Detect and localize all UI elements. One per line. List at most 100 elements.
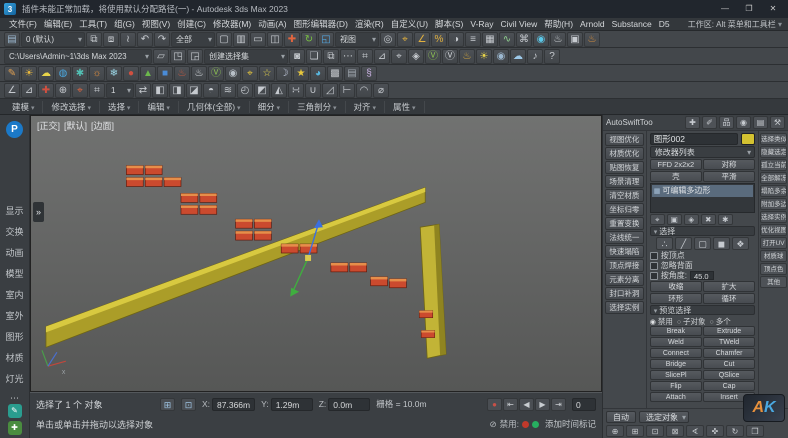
- select-and-link-icon[interactable]: ⧉: [86, 32, 102, 47]
- poly-op-button-12[interactable]: Cap: [703, 381, 755, 391]
- dock-tab-lights[interactable]: 灯光: [5, 372, 23, 385]
- window-crossing-icon[interactable]: ◫: [267, 32, 283, 47]
- moon-icon[interactable]: ☽: [276, 66, 292, 81]
- strip-tool-button-9[interactable]: 打开UV: [760, 237, 787, 249]
- help-icon[interactable]: ?: [544, 49, 560, 64]
- menu-group[interactable]: 组(G): [111, 18, 138, 30]
- undo-icon[interactable]: ↶: [137, 32, 153, 47]
- save-scene-icon[interactable]: ◲: [187, 49, 203, 64]
- swap-views-icon[interactable]: ⇄: [135, 83, 151, 98]
- globe-gi-icon[interactable]: ◍: [55, 66, 71, 81]
- menu-edit[interactable]: 编辑(E): [41, 18, 75, 30]
- section-icon[interactable]: ◪: [186, 83, 202, 98]
- target-light-icon[interactable]: ⌖: [242, 66, 258, 81]
- ribbon-panel-selection[interactable]: 选择: [104, 101, 139, 113]
- modifier-preset-button-3[interactable]: 壳: [650, 171, 702, 182]
- menu-arnold[interactable]: Arnold: [577, 19, 608, 29]
- material-editor-icon[interactable]: ◉: [533, 32, 549, 47]
- select-move-icon[interactable]: ✚: [284, 32, 300, 47]
- layers-stack-icon[interactable]: ▤: [344, 66, 360, 81]
- loft-icon[interactable]: ≋: [220, 83, 236, 98]
- poly-op-button-4[interactable]: TWeld: [703, 337, 755, 347]
- coordinate-system-dropdown[interactable]: 视图: [335, 32, 379, 47]
- weather-sun-icon[interactable]: ☀: [21, 66, 37, 81]
- preview-multiple-radio[interactable]: 多个: [710, 316, 731, 325]
- strip-tool-button-5[interactable]: 塌陷多余: [760, 185, 787, 197]
- dock-tab-more[interactable]: ⋯: [10, 393, 19, 404]
- normal-align-icon[interactable]: ⊿: [374, 49, 390, 64]
- preview-selection-header[interactable]: 预览选择: [650, 305, 755, 315]
- listener-icon[interactable]: ✎: [8, 404, 22, 418]
- weld-tool-icon[interactable]: ∪: [305, 83, 321, 98]
- motion-tab-icon[interactable]: ◉: [736, 116, 751, 129]
- pin-stack-icon[interactable]: ⌖: [650, 214, 665, 225]
- project-folder-dropdown[interactable]: C:\Users\Admin~1\3ds Max 2023: [4, 49, 152, 64]
- ribbon-panel-modify-selection[interactable]: 修改选择: [47, 101, 99, 113]
- modifier-preset-button-4[interactable]: 平滑: [703, 171, 755, 182]
- cloud-hdri-icon[interactable]: ☁: [38, 66, 54, 81]
- y-coordinate-input[interactable]: 1.29m: [271, 398, 313, 411]
- schematic-view-icon[interactable]: ⌘: [516, 32, 532, 47]
- tape-icon[interactable]: ⌀: [373, 83, 389, 98]
- previous-frame-icon[interactable]: ◀: [519, 398, 534, 411]
- orbit-icon[interactable]: ↻: [726, 425, 744, 437]
- maximize-button[interactable]: ❐: [738, 2, 760, 16]
- vray-settings-icon[interactable]: Ⓥ: [442, 49, 458, 64]
- paint-deform-icon[interactable]: ✎: [4, 66, 20, 81]
- set-key-icon[interactable]: ●: [487, 398, 502, 411]
- checker-map-icon[interactable]: ▩: [327, 66, 343, 81]
- zoom-extents-icon[interactable]: ⊡: [646, 425, 664, 437]
- strip-tool-button-3[interactable]: 孤立当前: [760, 159, 787, 171]
- viewport-style-label[interactable]: [默认]: [64, 119, 87, 132]
- menu-file[interactable]: 文件(F): [6, 18, 40, 30]
- dock-tab-exterior[interactable]: 室外: [5, 309, 23, 322]
- ring-button[interactable]: 环形: [650, 293, 702, 304]
- remove-modifier-icon[interactable]: ✖: [701, 214, 716, 225]
- configure-modifier-sets-icon[interactable]: ✱: [718, 214, 733, 225]
- poly-op-button-1[interactable]: Break: [650, 326, 702, 336]
- selection-region-icon[interactable]: ▭: [250, 32, 266, 47]
- quick-tool-button-9[interactable]: 快速塌陷: [605, 245, 644, 258]
- quick-tool-button-11[interactable]: 元素分离: [605, 273, 644, 286]
- teapot-white-icon[interactable]: ♨: [191, 66, 207, 81]
- script-tool-icon[interactable]: §: [361, 66, 377, 81]
- extrude-tool-icon[interactable]: ◩: [254, 83, 270, 98]
- bridge-tool-icon[interactable]: ∺: [288, 83, 304, 98]
- auto-key-button[interactable]: 自动: [606, 411, 636, 423]
- ribbon-panel-subdivision[interactable]: 细分: [254, 101, 289, 113]
- menu-animation[interactable]: 动画(A): [255, 18, 289, 30]
- grow-button[interactable]: 扩大: [703, 281, 755, 292]
- camera-tool-icon[interactable]: ◉: [493, 49, 509, 64]
- select-scale-icon[interactable]: ◱: [318, 32, 334, 47]
- ribbon-panel-properties[interactable]: 属性: [389, 101, 424, 113]
- quick-tool-button-8[interactable]: 法线统一: [605, 231, 644, 244]
- render-preview-icon[interactable]: ♨: [459, 49, 475, 64]
- selection-filter-dropdown[interactable]: 全部: [171, 32, 215, 47]
- poly-op-button-8[interactable]: Cut: [703, 359, 755, 369]
- snap-toggle-icon[interactable]: ⌖: [397, 32, 413, 47]
- strip-tool-button-8[interactable]: 优化视图: [760, 224, 787, 236]
- add-time-tag-button[interactable]: 添加时间标记: [545, 418, 596, 430]
- quick-align-icon[interactable]: ⌖: [391, 49, 407, 64]
- clone-icon[interactable]: ◈: [408, 49, 424, 64]
- polygon-mode-icon[interactable]: ◼: [713, 237, 730, 250]
- modifier-stack[interactable]: 可编辑多边形: [650, 183, 755, 213]
- offset-mode-icon[interactable]: ⊞: [160, 398, 175, 411]
- split-view-icon[interactable]: ◧: [152, 83, 168, 98]
- plugin-p-button[interactable]: P: [6, 121, 23, 138]
- go-to-start-icon[interactable]: ⇤: [503, 398, 518, 411]
- loop-button[interactable]: 循环: [703, 293, 755, 304]
- named-selection-dropdown[interactable]: 创建选择集: [204, 49, 288, 64]
- make-unique-icon[interactable]: ◈: [684, 214, 699, 225]
- sphere-primitive-icon[interactable]: ●: [123, 66, 139, 81]
- mirror-icon[interactable]: ◑: [448, 32, 464, 47]
- render-setup-icon[interactable]: ♨: [550, 32, 566, 47]
- triangle-snap-icon[interactable]: ⊿: [21, 83, 37, 98]
- teapot-red-icon[interactable]: ♨: [174, 66, 190, 81]
- wall-object[interactable]: [46, 187, 425, 347]
- close-button[interactable]: ✕: [762, 2, 784, 16]
- star-render-icon[interactable]: ★: [293, 66, 309, 81]
- show-end-result-icon[interactable]: ▣: [667, 214, 682, 225]
- quick-tool-button-7[interactable]: 重置变换: [605, 217, 644, 230]
- wall-return-object[interactable]: [420, 224, 446, 358]
